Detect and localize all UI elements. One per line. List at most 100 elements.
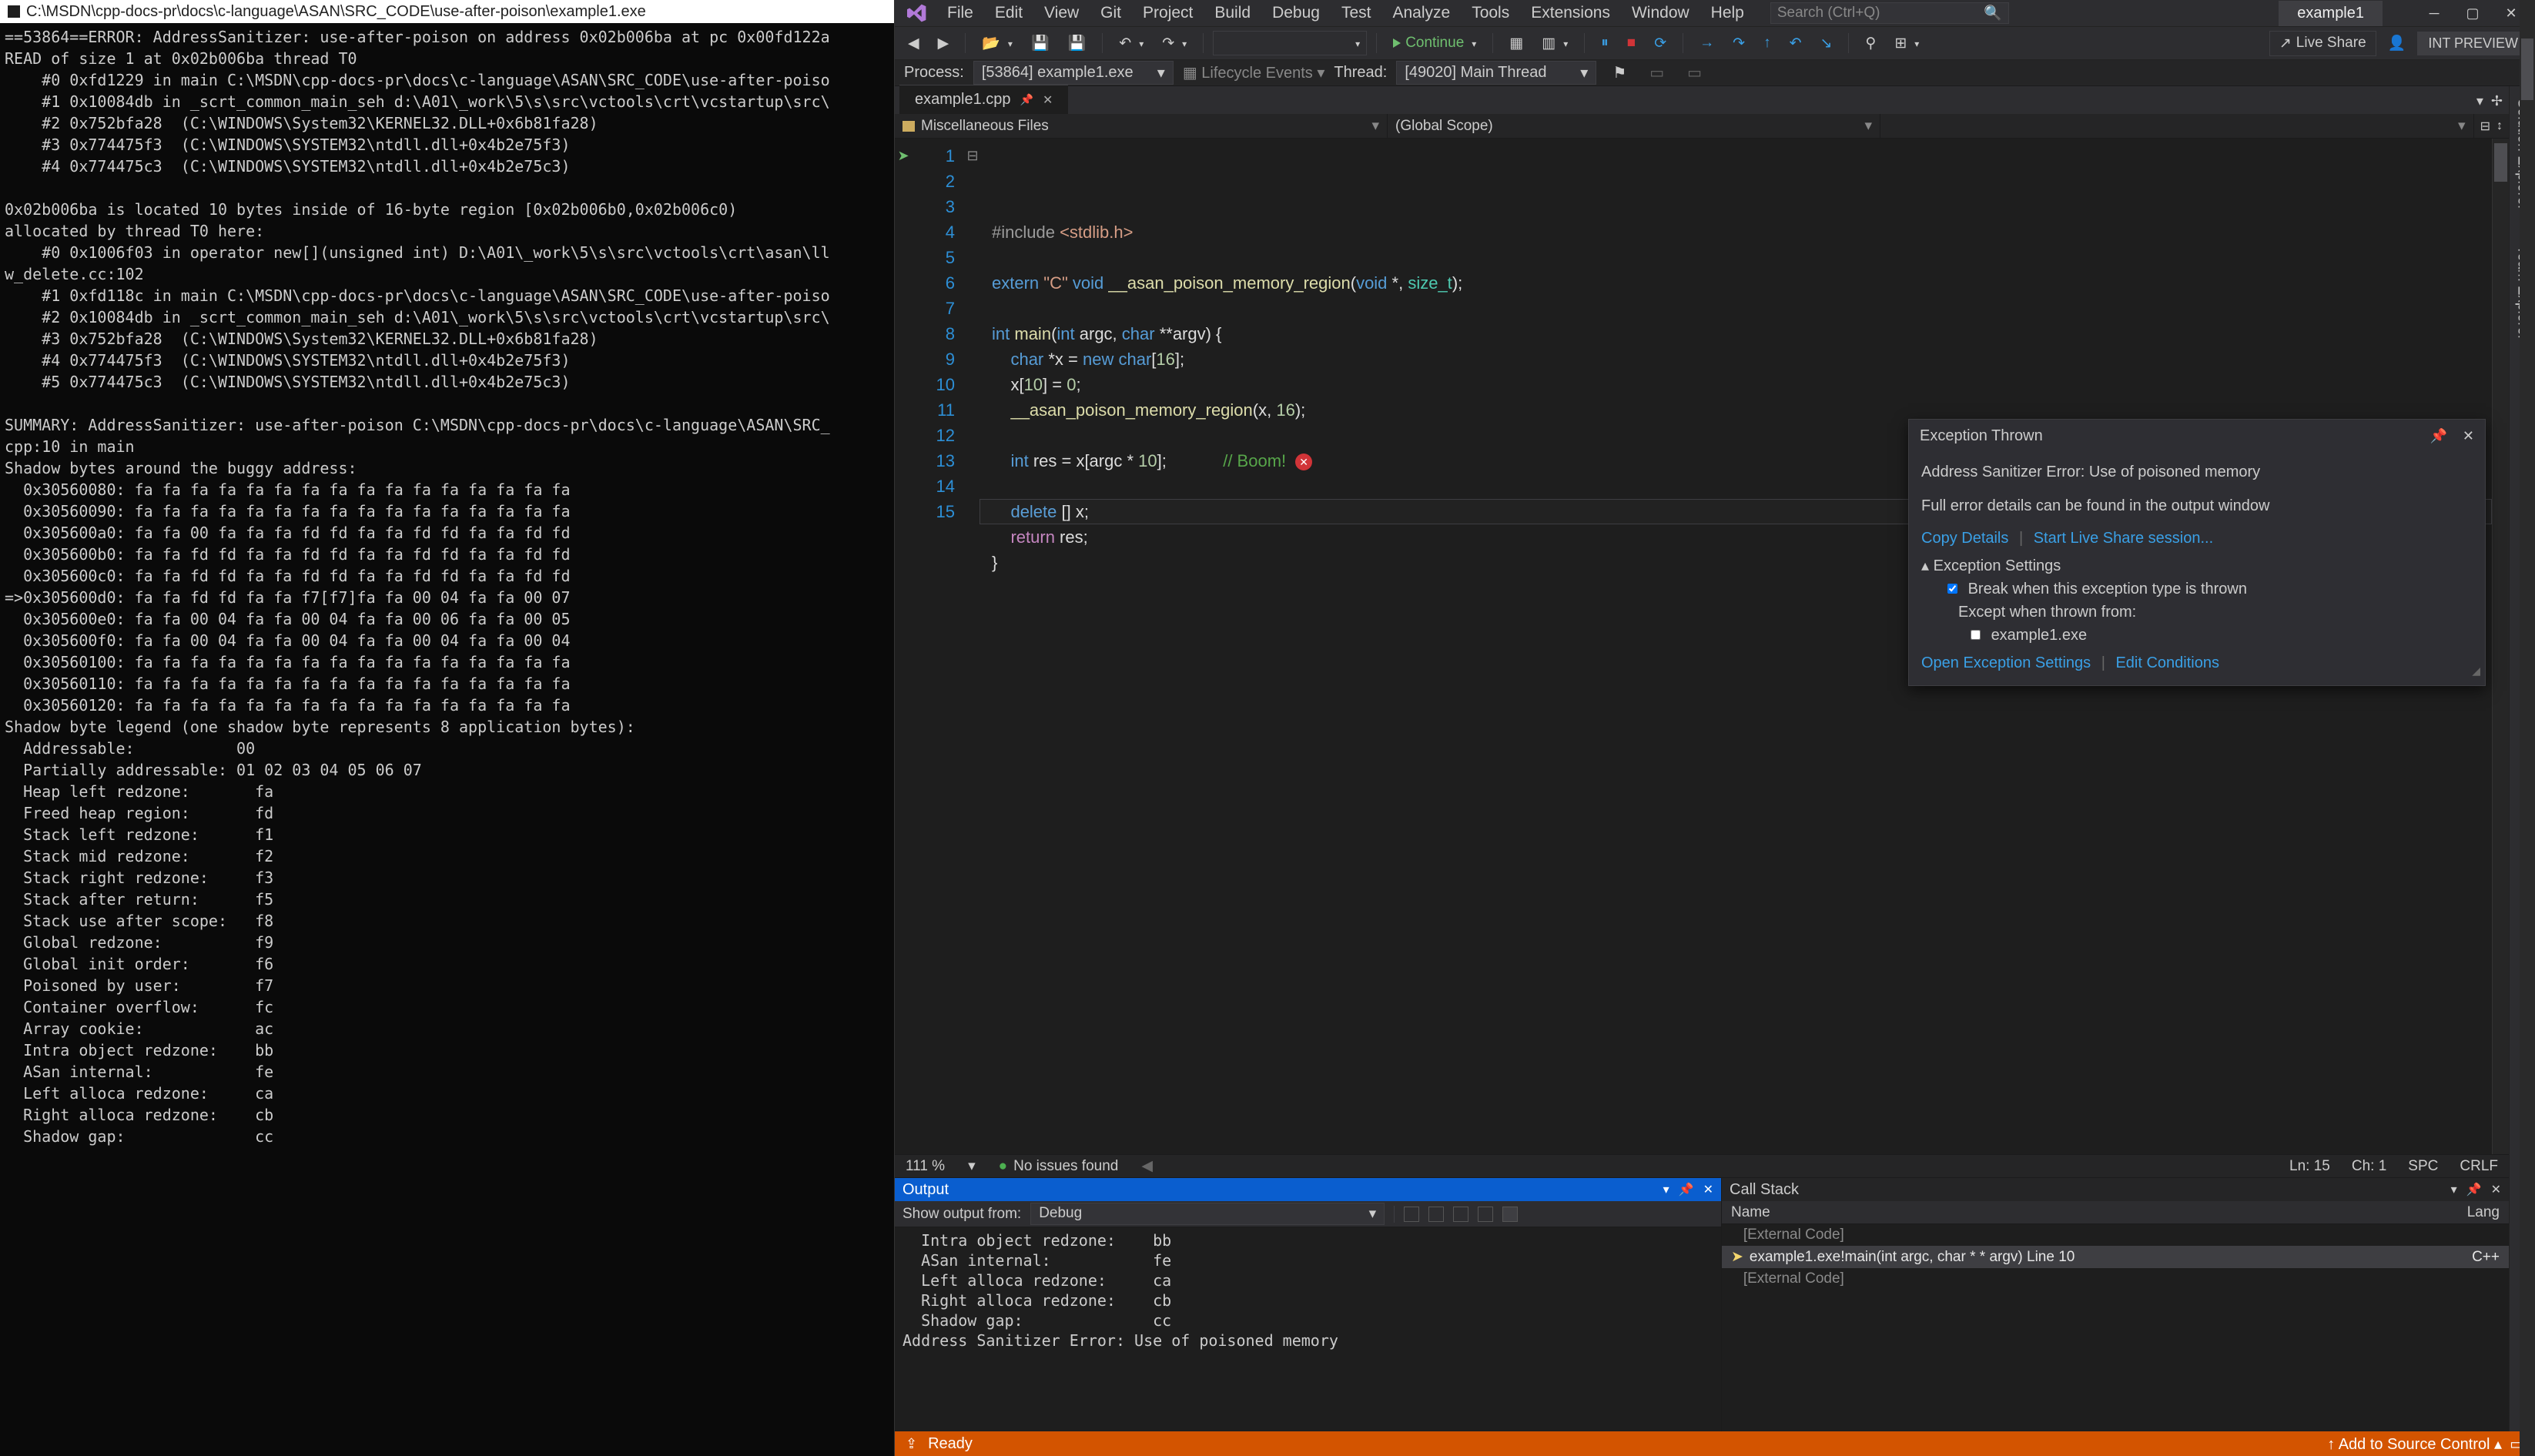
process-combo[interactable]: [53864] example1.exe▾ xyxy=(973,61,1174,85)
save-all-button[interactable]: 💾 xyxy=(1061,30,1093,56)
nav-forward-button[interactable]: ▶ xyxy=(931,31,956,56)
line-indicator[interactable]: Ln: 15 xyxy=(2289,1158,2330,1175)
exception-close-icon[interactable]: ✕ xyxy=(2463,428,2474,443)
output-pin-icon[interactable]: 📌 xyxy=(1679,1182,1694,1197)
menu-file[interactable]: File xyxy=(936,1,984,25)
run-to-button[interactable]: ↘ xyxy=(1813,31,1840,56)
expand-icon[interactable]: ↕ xyxy=(2496,119,2503,133)
callstack-row[interactable]: [External Code] xyxy=(1722,1268,2509,1290)
output-scrollbar[interactable] xyxy=(2520,0,2535,1456)
menu-help[interactable]: Help xyxy=(1700,1,1755,25)
except-item-checkbox[interactable] xyxy=(1971,630,1981,640)
tab-settings-icon[interactable]: ✢ xyxy=(2491,93,2503,109)
show-output-combo[interactable]: Debug▾ xyxy=(1030,1203,1385,1225)
menu-project[interactable]: Project xyxy=(1132,1,1204,25)
edit-conditions-link[interactable]: Edit Conditions xyxy=(2115,654,2219,671)
code-editor[interactable]: ➤ 123456789101112131415 ⊟ #include <stdl… xyxy=(895,139,2509,1154)
step-back-button[interactable]: ↶ xyxy=(1783,31,1809,56)
close-tab-icon[interactable]: ✕ xyxy=(1043,92,1053,108)
callstack-pin-icon[interactable]: 📌 xyxy=(2466,1182,2482,1197)
undo-button[interactable]: ↶ xyxy=(1112,31,1150,56)
thread-combo[interactable]: [49020] Main Thread▾ xyxy=(1396,61,1596,85)
redo-button[interactable]: ↷ xyxy=(1155,31,1194,56)
output-close-icon[interactable]: ✕ xyxy=(1703,1182,1713,1197)
menu-build[interactable]: Build xyxy=(1204,1,1261,25)
menu-test[interactable]: Test xyxy=(1331,1,1382,25)
pause-button[interactable]: ⏸ xyxy=(1594,31,1616,55)
lifecycle-events[interactable]: ▦ Lifecycle Events ▾ xyxy=(1183,63,1325,82)
save-button[interactable]: 💾 xyxy=(1024,30,1057,56)
menu-tools[interactable]: Tools xyxy=(1461,1,1520,25)
menu-git[interactable]: Git xyxy=(1090,1,1132,25)
output-dropdown-icon[interactable]: ▾ xyxy=(1663,1182,1669,1197)
lineend-indicator[interactable]: CRLF xyxy=(2460,1158,2498,1175)
callstack-panel-title[interactable]: Call Stack ▾📌✕ xyxy=(1722,1178,2509,1201)
output-tool-5[interactable] xyxy=(1502,1207,1518,1222)
tab-overflow-icon[interactable]: ▾ xyxy=(2476,93,2483,109)
exc-settings-toggle[interactable]: ▴ xyxy=(1921,557,1934,574)
feedback-button[interactable]: 👤 xyxy=(2381,30,2413,56)
minimize-button[interactable]: ─ xyxy=(2415,0,2453,26)
resize-grip-icon[interactable]: ◢ xyxy=(2472,659,2480,682)
output-tool-2[interactable] xyxy=(1428,1207,1444,1222)
issues-status[interactable]: No issues found xyxy=(999,1158,1119,1175)
callstack-col-lang[interactable]: Lang xyxy=(2467,1204,2500,1221)
maximize-button[interactable]: ▢ xyxy=(2453,0,2492,26)
scope-member-combo[interactable]: ▾ xyxy=(1880,114,2474,138)
console-titlebar[interactable]: C:\MSDN\cpp-docs-pr\docs\c-language\ASAN… xyxy=(0,0,894,23)
console-output[interactable]: ==53864==ERROR: AddressSanitizer: use-af… xyxy=(0,23,894,1456)
stack-icon-2[interactable]: ▭ xyxy=(1680,59,1709,86)
menu-analyze[interactable]: Analyze xyxy=(1381,1,1461,25)
nav-back-button[interactable]: ◀ xyxy=(901,31,926,56)
col-indicator[interactable]: Ch: 1 xyxy=(2352,1158,2386,1175)
output-tool-4[interactable] xyxy=(1478,1207,1493,1222)
scroll-minimap[interactable] xyxy=(2492,139,2509,1154)
menu-window[interactable]: Window xyxy=(1621,1,1700,25)
continue-button[interactable]: Continue xyxy=(1386,31,1483,55)
callstack-body[interactable]: [External Code]➤example1.exe!main(int ar… xyxy=(1722,1224,2509,1431)
callstack-close-icon[interactable]: ✕ xyxy=(2491,1182,2501,1197)
status-publish-icon[interactable]: ⇪ xyxy=(906,1436,917,1452)
scope-global-combo[interactable]: (Global Scope)▾ xyxy=(1388,114,1880,138)
callstack-row[interactable]: [External Code] xyxy=(1722,1224,2509,1246)
menu-edit[interactable]: Edit xyxy=(984,1,1033,25)
solution-name-tab[interactable]: example1 xyxy=(2279,1,2383,26)
stack-icon[interactable]: ▭ xyxy=(1643,59,1671,86)
menu-view[interactable]: View xyxy=(1033,1,1090,25)
step-over-button[interactable]: ↷ xyxy=(1726,31,1752,56)
tab-example1-cpp[interactable]: example1.cpp 📌 ✕ xyxy=(899,85,1068,114)
config-combo[interactable] xyxy=(1213,31,1367,55)
callstack-row[interactable]: ➤example1.exe!main(int argc, char * * ar… xyxy=(1722,1246,2509,1268)
callstack-col-name[interactable]: Name xyxy=(1731,1204,1770,1221)
zoom-level[interactable]: 111 % xyxy=(906,1158,945,1175)
output-body[interactable]: Intra object redzone: bb ASan internal: … xyxy=(895,1227,1721,1431)
output-tool-3[interactable] xyxy=(1453,1207,1468,1222)
scope-project-combo[interactable]: Miscellaneous Files▾ xyxy=(895,114,1388,138)
tool-icon-1[interactable]: ▦ xyxy=(1502,31,1530,56)
search-box[interactable]: Search (Ctrl+Q) 🔍 xyxy=(1770,2,2009,24)
step-out-button[interactable]: ↑ xyxy=(1756,31,1778,55)
output-tool-1[interactable] xyxy=(1404,1207,1419,1222)
open-exception-settings-link[interactable]: Open Exception Settings xyxy=(1921,654,2091,671)
add-source-control-button[interactable]: ↑ Add to Source Control ▴ xyxy=(2327,1434,2502,1454)
output-panel-title[interactable]: Output ▾📌✕ xyxy=(895,1178,1721,1201)
stop-button[interactable]: ■ xyxy=(1620,31,1643,55)
tool-icon-4[interactable]: ⊞ xyxy=(1887,31,1926,56)
spaces-indicator[interactable]: SPC xyxy=(2408,1158,2438,1175)
menu-extensions[interactable]: Extensions xyxy=(1520,1,1621,25)
live-share-session-link[interactable]: Start Live Share session... xyxy=(2034,530,2213,547)
exception-pin-icon[interactable]: 📌 xyxy=(2430,428,2447,443)
open-file-button[interactable]: 📂 xyxy=(975,30,1020,56)
menu-debug[interactable]: Debug xyxy=(1261,1,1331,25)
split-icon[interactable]: ⊟ xyxy=(2480,119,2490,134)
live-share-button[interactable]: ↗ Live Share xyxy=(2269,31,2376,56)
line-gutter[interactable]: 123456789101112131415 xyxy=(912,139,966,1154)
flag-icon[interactable]: ⚑ xyxy=(1606,59,1633,86)
step-into-button[interactable]: → xyxy=(1693,31,1721,55)
restart-button[interactable]: ⟳ xyxy=(1647,31,1673,56)
pin-icon[interactable]: 📌 xyxy=(1020,93,1033,106)
break-checkbox[interactable] xyxy=(1947,584,1957,594)
copy-details-link[interactable]: Copy Details xyxy=(1921,530,2008,547)
tool-icon-2[interactable]: ▥ xyxy=(1535,31,1575,56)
callstack-dropdown-icon[interactable]: ▾ xyxy=(2451,1182,2457,1197)
